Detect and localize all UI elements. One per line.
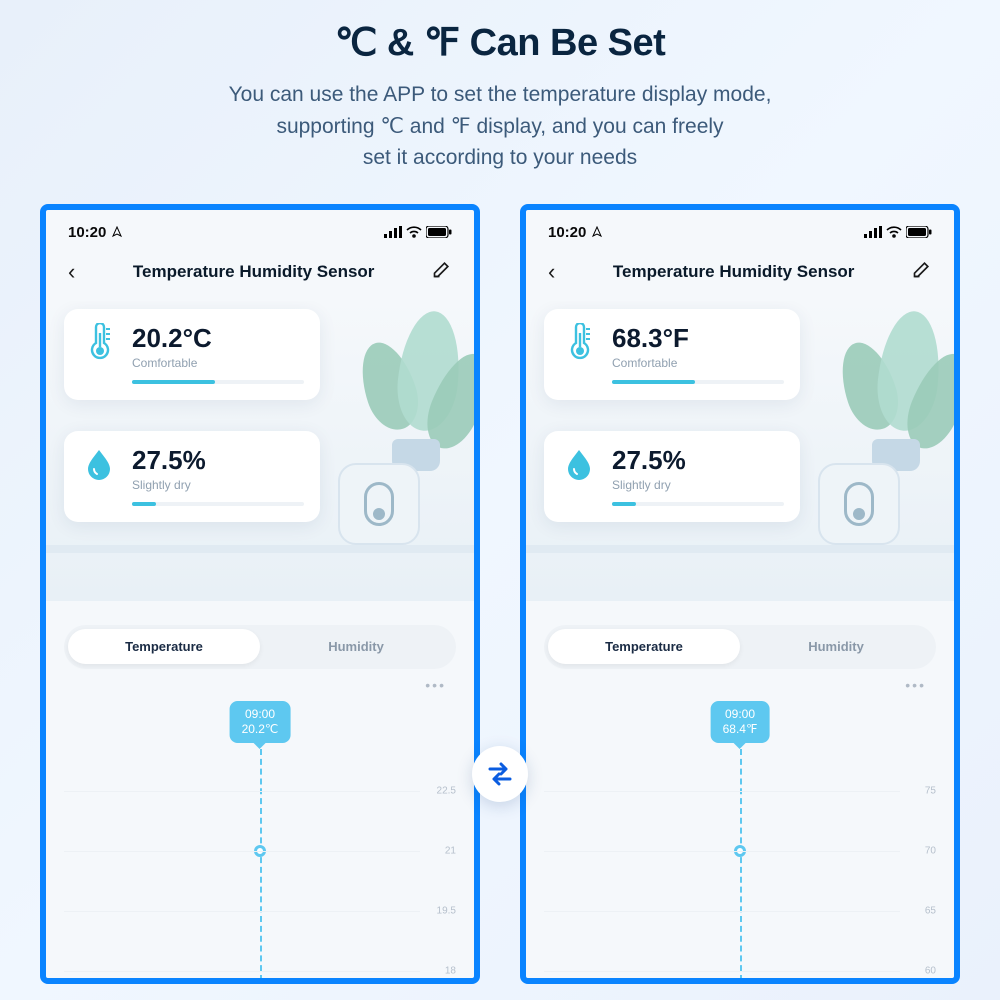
y-tick: 19.5	[437, 905, 456, 916]
more-icon[interactable]: •••	[46, 669, 474, 693]
humidity-value: 27.5%	[612, 445, 784, 476]
tab-humidity[interactable]: Humidity	[740, 629, 932, 664]
tab-temperature[interactable]: Temperature	[68, 629, 260, 664]
back-button[interactable]: ‹	[68, 259, 75, 285]
thermometer-icon	[560, 323, 598, 361]
edit-button[interactable]	[432, 259, 452, 284]
temperature-card[interactable]: 20.2°C Comfortable	[64, 309, 320, 400]
humidity-card[interactable]: 27.5% Slightly dry	[64, 431, 320, 522]
y-tick: 18	[445, 965, 456, 976]
sensor-device-illustration	[338, 463, 420, 545]
temperature-chart[interactable]: 09:0068.4℉ 75 70 65 60	[544, 701, 936, 981]
humidity-value: 27.5%	[132, 445, 304, 476]
screen-title: Temperature Humidity Sensor	[133, 262, 375, 282]
humidity-status: Slightly dry	[132, 478, 304, 492]
chart-tooltip: 09:0020.2℃	[230, 701, 291, 743]
more-icon[interactable]: •••	[526, 669, 954, 693]
y-tick: 22.5	[437, 785, 456, 796]
swap-icon	[472, 746, 528, 802]
droplet-icon	[80, 445, 118, 483]
temperature-card[interactable]: 68.3°F Comfortable	[544, 309, 800, 400]
y-tick: 75	[925, 785, 936, 796]
chart-tabs: Temperature Humidity	[64, 625, 456, 669]
page-subheading: You can use the APP to set the temperatu…	[0, 79, 1000, 174]
temperature-value: 68.3°F	[612, 323, 784, 354]
wifi-icon	[886, 226, 902, 238]
status-time: 10:20	[548, 224, 603, 241]
back-button[interactable]: ‹	[548, 259, 555, 285]
y-tick: 60	[925, 965, 936, 976]
status-bar: 10:20	[526, 210, 954, 249]
humidity-status: Slightly dry	[612, 478, 784, 492]
y-tick: 70	[925, 845, 936, 856]
phone-screen-celsius: 10:20 ‹ Temperature Humidity Sensor	[40, 204, 480, 984]
temperature-value: 20.2°C	[132, 323, 304, 354]
humidity-card[interactable]: 27.5% Slightly dry	[544, 431, 800, 522]
status-time: 10:20	[68, 224, 123, 241]
page-heading: ℃ & ℉ Can Be Set	[0, 20, 1000, 65]
sensor-device-illustration	[818, 463, 900, 545]
droplet-icon	[560, 445, 598, 483]
signal-icon	[384, 226, 402, 238]
screen-title: Temperature Humidity Sensor	[613, 262, 855, 282]
phone-screen-fahrenheit: 10:20 ‹ Temperature Humidity Sensor	[520, 204, 960, 984]
edit-button[interactable]	[912, 259, 932, 284]
y-tick: 65	[925, 905, 936, 916]
wifi-icon	[406, 226, 422, 238]
y-tick: 21	[445, 845, 456, 856]
chart-tabs: Temperature Humidity	[544, 625, 936, 669]
chart-tooltip: 09:0068.4℉	[711, 701, 770, 743]
battery-icon	[906, 226, 932, 238]
signal-icon	[864, 226, 882, 238]
status-bar: 10:20	[46, 210, 474, 249]
temperature-chart[interactable]: 09:0020.2℃ 22.5 21 19.5 18	[64, 701, 456, 981]
tab-humidity[interactable]: Humidity	[260, 629, 452, 664]
tab-temperature[interactable]: Temperature	[548, 629, 740, 664]
temperature-status: Comfortable	[132, 356, 304, 370]
status-icons	[384, 226, 452, 238]
battery-icon	[426, 226, 452, 238]
thermometer-icon	[80, 323, 118, 361]
status-icons	[864, 226, 932, 238]
temperature-status: Comfortable	[612, 356, 784, 370]
